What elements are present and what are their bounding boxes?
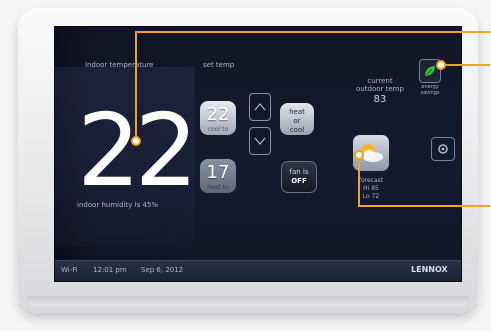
energy-label-line-2: savings xyxy=(420,90,440,96)
arrow-down-icon xyxy=(254,137,266,145)
wifi-label: Wi-Fi xyxy=(61,266,78,274)
callout-line-left-vertical xyxy=(135,31,137,141)
callout-line-weather-vertical xyxy=(358,154,360,206)
outdoor-label-line-2: outdoor temp xyxy=(356,85,404,93)
arrow-up-icon xyxy=(254,103,266,111)
forecast-high: Hi 85 xyxy=(363,185,379,192)
brand-logo-text: LENNOX xyxy=(411,265,448,274)
device-bottom-edge xyxy=(26,296,470,306)
fan-button[interactable]: fan is OFF xyxy=(281,161,317,193)
leaf-icon xyxy=(424,66,435,77)
cool-setpoint-label: cool to xyxy=(207,126,229,133)
temp-down-button[interactable] xyxy=(249,127,271,155)
cool-setpoint-value: 22 xyxy=(206,104,230,125)
thermostat-screen: indoor temperature 22 indoor humidity is… xyxy=(54,26,462,282)
forecast-low: Lo 72 xyxy=(362,193,380,200)
cool-setpoint-button[interactable]: 22 cool to xyxy=(200,101,236,135)
temp-up-button[interactable] xyxy=(249,93,271,121)
outdoor-label-line-1: current xyxy=(367,77,393,85)
settings-button[interactable] xyxy=(431,137,455,161)
callout-line-top xyxy=(135,31,490,33)
indoor-humidity-text: indoor humidity is 45% xyxy=(77,201,159,209)
forecast-label: forecast xyxy=(358,177,384,184)
mode-line-2: or xyxy=(293,117,301,125)
set-temp-label: set temp xyxy=(203,61,235,69)
heat-or-cool-mode-button[interactable]: heat or cool xyxy=(280,103,314,135)
callout-line-weather-horizontal xyxy=(358,205,490,207)
mode-line-3: cool xyxy=(289,126,305,134)
fan-label: fan is xyxy=(289,168,309,176)
status-time: 12:01 pm xyxy=(93,266,127,274)
callout-dot-energy xyxy=(436,60,446,70)
callout-dot-indoor xyxy=(131,136,141,146)
status-date: Sep 6, 2012 xyxy=(141,266,184,274)
gear-icon xyxy=(438,144,448,154)
outdoor-temp-value: 83 xyxy=(373,94,387,105)
indoor-temperature-label: indoor temperature xyxy=(85,61,154,69)
heat-setpoint-button[interactable]: 17 heat to xyxy=(200,159,236,193)
heat-setpoint-label: heat to xyxy=(207,184,229,191)
fan-state: OFF xyxy=(291,177,307,185)
callout-line-top-right xyxy=(440,64,490,66)
callout-dot-weather xyxy=(354,150,364,160)
mode-line-1: heat xyxy=(289,108,305,116)
status-bar: Wi-Fi 12:01 pm Sep 6, 2012 LENNOX xyxy=(55,260,461,281)
heat-setpoint-value: 17 xyxy=(206,162,230,183)
